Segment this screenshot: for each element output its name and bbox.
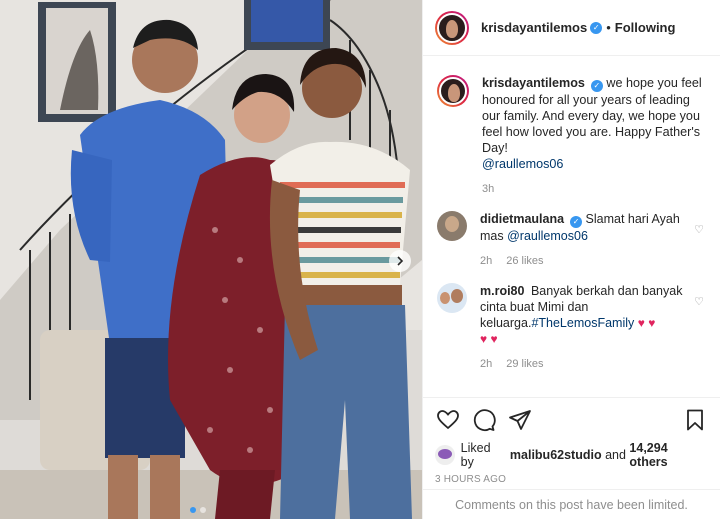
likes-joiner: and [605,448,626,462]
caption-avatar[interactable] [437,75,469,107]
liker-username[interactable]: malibu62studio [510,448,602,462]
author-avatar[interactable] [435,10,469,45]
comment-mention-link[interactable]: @raullemos06 [507,229,588,243]
verified-badge-icon: ✓ [570,216,583,228]
comment-item: didietmaulana ✓ Slamat hari Ayah mas @rau… [437,211,706,269]
post-actions: Liked by malibu62studio and 14,294 other… [423,397,720,485]
action-bar [435,408,708,432]
carousel-dot [200,507,206,513]
post-side-panel: krisdayantilemos ✓ • Following krisdayan… [422,0,720,519]
comment-username[interactable]: didietmaulana [480,212,564,226]
likes-prefix: Liked by [460,441,491,469]
comment-icon[interactable] [471,408,497,432]
caption-username[interactable]: krisdayantilemos [482,76,585,90]
heart-icon[interactable] [435,408,461,432]
carousel-indicator [190,507,206,513]
comment-time: 2h [480,358,493,370]
instagram-post: krisdayantilemos ✓ • Following krisdayan… [0,0,720,519]
likes-others-count[interactable]: 14,294 others [629,441,708,469]
share-icon[interactable] [507,408,533,432]
comment-likes[interactable]: 26 likes [506,253,543,269]
following-button[interactable]: Following [615,20,676,35]
comment-item: m.roi80 Banyak berkah dan banyak cinta b… [437,283,706,372]
caption: krisdayantilemos ✓ we hope you feel honou… [437,75,706,197]
comment-like-heart-icon[interactable]: ♡ [692,295,706,372]
post-header: krisdayantilemos ✓ • Following [423,0,720,56]
verified-badge-icon: ✓ [590,80,603,92]
verified-badge-icon: ✓ [590,21,603,34]
comment-hashtag-link[interactable]: #TheLemosFamily [531,316,634,330]
bookmark-icon[interactable] [682,408,708,432]
likes-summary: Liked by malibu62studio and 14,294 other… [435,441,708,469]
comments-list[interactable]: krisdayantilemos ✓ we hope you feel honou… [423,57,720,395]
next-photo-button[interactable] [389,250,411,272]
caption-mention-link[interactable]: @raullemos06 [482,157,563,171]
commenter-avatar[interactable] [437,211,467,241]
chevron-right-icon [397,256,404,266]
comments-limited-notice: Comments on this post have been limited. [423,489,720,519]
comment-likes[interactable]: 29 likes [506,356,543,372]
post-timestamp[interactable]: 3 HOURS AGO [435,474,708,485]
comment-username[interactable]: m.roi80 [480,284,524,298]
post-photo[interactable] [0,0,422,519]
commenter-avatar[interactable] [437,283,467,313]
liker-avatar[interactable] [435,445,455,465]
carousel-dot-active [190,507,196,513]
header-separator: • [606,20,611,35]
comment-time: 2h [480,255,493,267]
red-heart-emoji: ♥ ♥ [480,332,498,346]
family-photo-illustration [0,0,422,519]
comment-like-heart-icon[interactable]: ♡ [692,223,706,269]
caption-time: 3h [482,183,495,195]
author-username[interactable]: krisdayantilemos [481,20,587,35]
red-heart-emoji: ♥ ♥ [637,316,656,330]
